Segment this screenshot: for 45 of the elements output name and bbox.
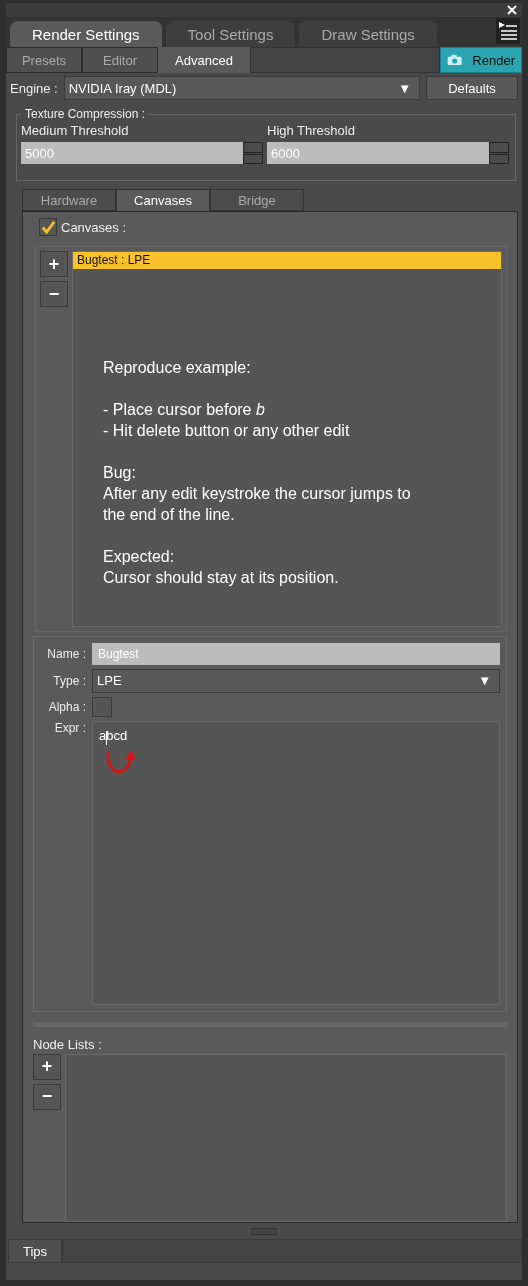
sub-tab[interactable]: Editor xyxy=(82,47,158,73)
note-text: After any edit keystroke the cursor jumps to xyxy=(103,484,412,504)
list-item[interactable]: Bugtest : LPE xyxy=(73,252,501,269)
field-label: Alpha : xyxy=(47,699,86,714)
sub-tab[interactable]: Presets xyxy=(6,47,82,73)
note-text: Cursor should stay at its position. xyxy=(103,568,340,588)
close-icon[interactable] xyxy=(506,4,518,16)
checkbox-label: Canvases : xyxy=(61,219,127,235)
section-tab[interactable]: Hardware xyxy=(22,189,116,211)
checkbox[interactable] xyxy=(92,696,112,717)
field-label: Medium Threshold xyxy=(21,123,130,138)
remove-button[interactable]: − xyxy=(40,281,68,307)
section-tab[interactable]: Canvases xyxy=(116,189,210,211)
group-title: Texture Compression : xyxy=(24,107,147,121)
note-text: Expected: xyxy=(103,547,176,567)
camera-icon xyxy=(447,52,463,68)
tips-tab[interactable]: Tips xyxy=(8,1239,62,1263)
note-text: - Place cursor before b xyxy=(103,400,266,420)
add-button[interactable]: + xyxy=(33,1053,61,1080)
defaults-button[interactable]: Defaults xyxy=(426,76,518,100)
panel-tab[interactable]: Draw Settings xyxy=(299,21,437,47)
note-text: Bug: xyxy=(103,463,137,483)
type-dropdown[interactable]: LPE ▼ xyxy=(92,668,500,693)
field-label: Type : xyxy=(52,673,86,688)
spin-buttons[interactable] xyxy=(243,142,263,164)
panel-tab[interactable]: Render Settings xyxy=(10,21,162,47)
add-button[interactable]: + xyxy=(40,251,68,277)
section-tab[interactable]: Bridge xyxy=(210,189,304,211)
render-button[interactable]: Render xyxy=(440,47,522,73)
panel-tab[interactable]: Tool Settings xyxy=(165,21,296,47)
note-text: Reproduce example: xyxy=(103,358,252,378)
sub-tab[interactable]: Advanced xyxy=(158,47,250,73)
spin-buttons[interactable] xyxy=(489,142,509,164)
curved-arrow-icon xyxy=(105,747,137,776)
field-label: Expr : xyxy=(53,720,86,735)
remove-button[interactable]: − xyxy=(33,1083,61,1110)
engine-dropdown[interactable]: NVIDIA Iray (MDL) ▼ xyxy=(63,76,420,100)
note-text: - Hit delete button or any other edit xyxy=(103,421,351,441)
note-text: the end of the line. xyxy=(103,505,236,525)
section-label: Node Lists : xyxy=(33,1036,103,1052)
checkbox[interactable] xyxy=(39,218,57,236)
field-label: High Threshold xyxy=(267,123,356,138)
engine-label: Engine : xyxy=(10,80,58,96)
field-label: Name : xyxy=(46,646,86,661)
menu-icon[interactable] xyxy=(496,18,520,44)
